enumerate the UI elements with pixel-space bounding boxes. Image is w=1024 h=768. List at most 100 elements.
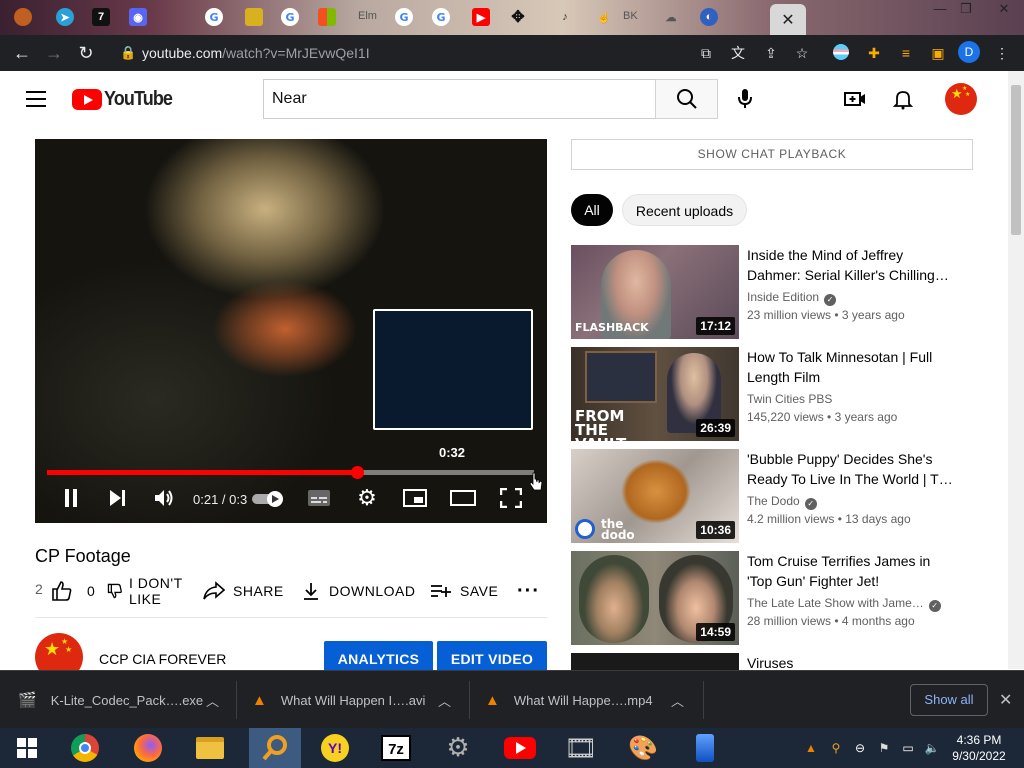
channel-name[interactable]: CCP CIA FOREVER xyxy=(99,651,226,667)
tab-label-elm[interactable]: Elm xyxy=(358,10,377,22)
recommendation-title[interactable]: Tom Cruise Terrifies James in 'Top Gun' … xyxy=(747,551,957,591)
vlc-tray-icon[interactable]: ▲ xyxy=(803,740,819,756)
download-item[interactable]: ▲ What Will Happe….mp4 ︿ xyxy=(485,671,695,729)
taskbar-search-app[interactable] xyxy=(249,728,301,768)
hamburger-menu-icon[interactable] xyxy=(26,91,46,107)
google-tab-icon[interactable]: G xyxy=(432,8,450,26)
taskbar-paint-app[interactable]: 🎨 xyxy=(620,728,666,768)
taskbar-youtube[interactable] xyxy=(497,728,543,768)
system-clock[interactable]: 4:36 PM 9/30/2022 xyxy=(946,732,1012,764)
globe-tab-icon[interactable]: ◐ xyxy=(700,8,718,26)
video-player[interactable]: 0:32 0:21 / 0:3 ⚙ xyxy=(35,139,547,523)
close-tab-button[interactable]: ✕ xyxy=(770,4,806,35)
show-chat-playback-button[interactable]: SHOW CHAT PLAYBACK xyxy=(571,139,973,170)
scrollbar-thumb[interactable] xyxy=(1011,85,1021,235)
chip-recent-uploads[interactable]: Recent uploads xyxy=(622,194,747,226)
dislike-button[interactable]: I DON'T LIKE xyxy=(107,574,189,608)
seven-tab-icon[interactable]: 7 xyxy=(92,8,110,26)
window-close-icon[interactable]: ✕ xyxy=(990,0,1018,18)
video-thumbnail[interactable]: the dodo 10:36 xyxy=(571,449,739,543)
settings-button[interactable]: ⚙ xyxy=(354,486,380,511)
pause-button[interactable] xyxy=(59,486,83,510)
google-tab-icon[interactable]: G xyxy=(395,8,413,26)
puzzle-icon[interactable]: ✚ xyxy=(865,44,883,62)
search-button[interactable] xyxy=(655,79,718,119)
show-all-downloads-button[interactable]: Show all xyxy=(910,684,988,716)
google-tab-icon[interactable]: G xyxy=(205,8,223,26)
taskbar-media-player[interactable]: 🎞 xyxy=(558,728,604,768)
miniplayer-button[interactable] xyxy=(402,486,428,510)
minimize-icon[interactable]: — xyxy=(926,0,954,18)
open-external-icon[interactable]: ⧉ xyxy=(697,44,715,62)
menu-kebab-icon[interactable]: ⋮ xyxy=(993,44,1011,62)
autoplay-toggle[interactable] xyxy=(251,486,287,510)
start-button[interactable] xyxy=(4,728,50,768)
restore-icon[interactable]: ❐ xyxy=(952,0,980,18)
youtube-logo[interactable]: YouTube xyxy=(72,88,180,110)
discord-tab-icon[interactable]: ◉ xyxy=(129,8,147,26)
more-actions-button[interactable]: ··· xyxy=(517,574,540,608)
taskbar-app-blue[interactable] xyxy=(682,728,728,768)
subtitles-button[interactable] xyxy=(306,486,332,510)
recommendation-title[interactable]: Inside the Mind of Jeffrey Dahmer: Seria… xyxy=(747,245,957,285)
taskbar-firefox[interactable] xyxy=(125,728,171,768)
chevron-up-icon[interactable]: ︿ xyxy=(438,691,451,710)
video-thumbnail[interactable]: 14:59 xyxy=(571,551,739,645)
audio-tab-icon[interactable]: ♪ xyxy=(556,8,574,26)
search-tray-icon[interactable]: ⚲ xyxy=(828,740,844,756)
recommendation-item[interactable]: Viruses xyxy=(571,653,991,670)
cursor-tab-icon[interactable]: ☝ xyxy=(595,8,613,26)
cloud-tab-icon[interactable]: ☁ xyxy=(662,8,680,26)
recommendation-item[interactable]: the dodo 10:36 'Bubble Puppy' Decides Sh… xyxy=(571,449,991,545)
volume-tray-icon[interactable]: 🔈 xyxy=(924,740,940,756)
page-scrollbar[interactable] xyxy=(1008,71,1024,669)
taskbar-yahoo[interactable]: Y! xyxy=(312,728,358,768)
microsoft-tab-icon[interactable] xyxy=(318,8,336,26)
chip-all[interactable]: All xyxy=(571,194,613,226)
recommendation-title[interactable]: Viruses xyxy=(747,653,957,670)
video-thumbnail[interactable]: FLASHBACK 17:12 xyxy=(571,245,739,339)
like-button[interactable]: 0 xyxy=(51,574,95,608)
google-tab-icon[interactable]: G xyxy=(281,8,299,26)
taskbar-file-explorer[interactable] xyxy=(187,728,233,768)
back-icon[interactable]: ← xyxy=(12,43,32,63)
taskbar-chrome[interactable] xyxy=(62,728,108,768)
download-item[interactable]: ▲ What Will Happen I….avi ︿ xyxy=(252,671,462,729)
media-icon[interactable]: ≡ xyxy=(897,44,915,62)
close-downloads-icon[interactable]: ✕ xyxy=(999,690,1012,710)
volume-button[interactable] xyxy=(152,486,176,510)
sidepanel-icon[interactable]: ▣ xyxy=(929,44,947,62)
extension-flag-icon[interactable] xyxy=(833,44,851,62)
download-item[interactable]: 🎬 K-Lite_Codec_Pack….exe ︿ xyxy=(18,671,228,729)
chevron-up-icon[interactable]: ︿ xyxy=(671,691,684,710)
profile-avatar[interactable]: D xyxy=(958,41,980,63)
notifications-bell-icon[interactable] xyxy=(891,87,915,111)
forward-icon[interactable]: → xyxy=(44,43,64,63)
reload-icon[interactable]: ↻ xyxy=(76,43,96,63)
progress-bar[interactable] xyxy=(47,466,534,479)
taskbar-settings-app[interactable]: ⚙ xyxy=(435,728,481,768)
theater-mode-button[interactable] xyxy=(450,486,476,510)
tab-label-bk[interactable]: BK xyxy=(623,10,638,22)
url-input[interactable]: 🔒 youtube.com/watch?v=MrJEvwQeI1I xyxy=(108,38,828,68)
youtube-tab-icon[interactable]: ▶ xyxy=(472,8,490,26)
taskbar-7zip[interactable]: 7z xyxy=(373,728,419,768)
account-avatar[interactable]: ★ ★ ★ xyxy=(945,83,977,115)
flag-tray-icon[interactable]: ⚑ xyxy=(876,740,892,756)
telegram-tab-icon[interactable]: ➤ xyxy=(56,8,74,26)
fullscreen-button[interactable] xyxy=(498,486,524,510)
share-icon[interactable]: ⇪ xyxy=(762,44,780,62)
search-box[interactable] xyxy=(263,79,655,119)
chevron-up-icon[interactable]: ︿ xyxy=(206,691,219,710)
firefox-tab-icon[interactable] xyxy=(14,8,32,26)
video-thumbnail[interactable]: FROM THE VAULT 26:39 xyxy=(571,347,739,441)
minus-tray-icon[interactable]: ⊖ xyxy=(852,740,868,756)
recommendation-item[interactable]: FLASHBACK 17:12 Inside the Mind of Jeffr… xyxy=(571,245,991,341)
move-tab-icon[interactable]: ✥ xyxy=(509,8,527,26)
next-button[interactable] xyxy=(105,486,129,510)
microphone-icon[interactable] xyxy=(732,85,758,111)
translate-icon[interactable]: 文 xyxy=(729,44,747,62)
bookmark-star-icon[interactable]: ☆ xyxy=(793,44,811,62)
create-video-icon[interactable] xyxy=(843,87,867,111)
network-tray-icon[interactable]: ▭ xyxy=(900,740,916,756)
